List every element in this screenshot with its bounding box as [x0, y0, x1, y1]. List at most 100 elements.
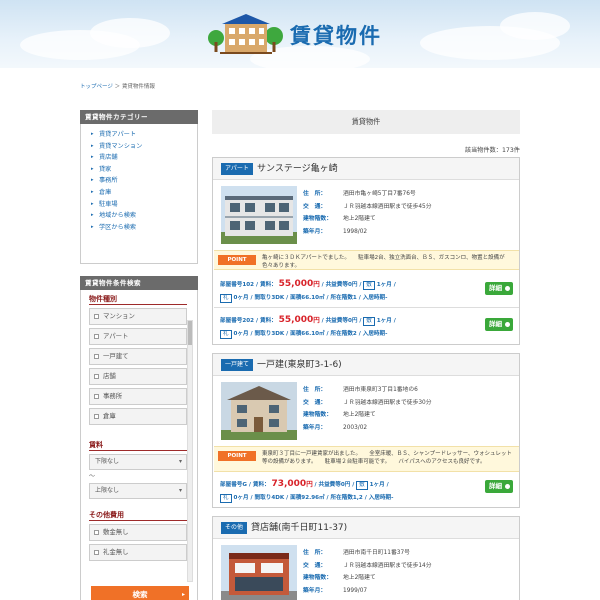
category-link-shop[interactable]: 賃店舗 [91, 152, 193, 164]
rent-price: 55,000 [278, 279, 314, 289]
property-photo[interactable] [221, 382, 297, 440]
type-checkbox-shop[interactable]: 店舗 [89, 368, 187, 385]
rent-min-select[interactable]: 下限なし [89, 454, 187, 470]
type-checkbox-apartment[interactable]: アパート [89, 328, 187, 345]
room-details: 0ヶ月 / 間取り3DK / 面積66.10㎡ / 所在階数2 / 入居時期- [233, 331, 388, 337]
address-value: 酒田市亀ヶ崎5丁目7番76号 [343, 191, 416, 197]
type-checkbox-house[interactable]: 一戸建て [89, 348, 187, 365]
room-line-2: 礼 0ヶ月 / 間取り3DK / 面積66.10㎡ / 所在階数2 / 入居時期- [220, 329, 387, 339]
room-number-rent-label: 部屋番号202 / 賃料： [220, 318, 277, 324]
room-number-rent-label: 部屋番号G / 賃料： [220, 482, 270, 488]
room-line-1: 部屋番号G / 賃料： 73,000円 / 共益費等0円 / 敷 1ヶ月 / [220, 478, 389, 490]
property-info: 住 所： 酒田市南千日町11番37号 交 通： ＪＲ羽越本線酒田駅まで徒歩14分 建… [303, 547, 513, 597]
category-link-warehouse[interactable]: 倉庫 [91, 187, 193, 199]
room-number-rent-label: 部屋番号102 / 賃料： [220, 282, 277, 288]
breadcrumb-separator: ＞ [112, 84, 122, 90]
category-link-office[interactable]: 事務所 [91, 175, 193, 187]
rent-price: 73,000 [271, 479, 307, 489]
property-photo[interactable] [221, 545, 297, 600]
point-text: 東泉町３丁目に一戸建賃家が出ました。 全室床暖、ＢＳ、シャンプードレッサー、ウォ… [262, 451, 512, 465]
site-header: 賃貸物件 [0, 0, 600, 68]
deposit-value: 1ヶ月 / [376, 318, 396, 324]
structure-value: 地上2階建て [343, 575, 376, 581]
room-line-2: 礼 0ヶ月 / 間取り4DK / 面積92.96㎡ / 所在階数1,2 / 入居時… [220, 493, 393, 503]
property-name[interactable]: サンステージ亀ヶ崎 [257, 161, 338, 174]
room-row: 部屋番号G / 賃料： 73,000円 / 共益費等0円 / 敷 1ヶ月 / 礼0… [214, 474, 519, 507]
common-fee: / 共益費等0円 / [314, 482, 355, 488]
traffic-label: 交 通： [303, 562, 327, 569]
type-checkbox-office[interactable]: 事務所 [89, 388, 187, 405]
category-heading: 賃貸物件カテゴリー [80, 110, 198, 124]
property-header[interactable]: その他 貸店舗(南千日町11-37) [213, 517, 519, 539]
structure-label: 建物階数： [303, 412, 332, 418]
address-label: 住 所： [303, 550, 327, 556]
rent-unit: 円 [306, 480, 313, 488]
checkbox-label: 倉庫 [103, 412, 116, 420]
built-value: 2003/02 [343, 424, 368, 431]
detail-button[interactable]: 詳細 [485, 480, 513, 493]
property-name[interactable]: 貸店舗(南千日町11-37) [251, 520, 347, 533]
deposit-value: 1ヶ月 / [376, 282, 396, 288]
category-link-parking[interactable]: 駐車場 [91, 199, 193, 211]
scrollbar-thumb[interactable] [188, 321, 192, 345]
key-money-tag: 礼 [220, 494, 232, 503]
property-name[interactable]: 一戸建(東泉町3-1-6) [257, 357, 342, 370]
key-money-tag: 礼 [220, 294, 232, 303]
type-checkbox-warehouse[interactable]: 倉庫 [89, 408, 187, 425]
built-label: 築年月： [303, 587, 327, 594]
checkbox-no-key-money[interactable]: 礼金無し [89, 544, 187, 561]
key-money-tag: 礼 [220, 330, 232, 339]
detail-button[interactable]: 詳細 [485, 282, 513, 295]
house-logo-icon [208, 14, 283, 54]
category-link-apartment[interactable]: 賃貸アパート [91, 129, 193, 141]
checkbox-label: アパート [103, 332, 129, 340]
search-form-scrollbar[interactable] [187, 320, 193, 582]
structure-label: 建物階数： [303, 216, 332, 222]
property-card: 一戸建て 一戸建(東泉町3-1-6) 住 所： 酒田市東泉町3丁目1番地の6 交 … [212, 353, 520, 508]
room-details: 0ヶ月 / 間取り4DK / 面積92.96㎡ / 所在階数1,2 / 入居時期… [233, 495, 394, 501]
rent-label: 賃料 [89, 440, 187, 451]
built-value: 1998/02 [343, 228, 368, 235]
address-label: 住 所： [303, 191, 327, 197]
category-link-house[interactable]: 貸家 [91, 164, 193, 176]
checkbox-label: 事務所 [103, 392, 123, 400]
category-link-school-search[interactable]: 学区から検索 [91, 222, 193, 234]
detail-button[interactable]: 詳細 [485, 318, 513, 331]
rent-unit: 円 [313, 316, 320, 324]
main-content: 賃貸物件 該当物件数：173件 アパート サンステージ亀ヶ崎 住 所： 酒田市亀… [212, 110, 520, 600]
address-label: 住 所： [303, 387, 327, 393]
breadcrumb-home-link[interactable]: トップページ [80, 84, 113, 90]
address-value: 酒田市南千日町11番37号 [343, 550, 410, 556]
category-link-mansion[interactable]: 賃貸マンション [91, 141, 193, 153]
traffic-value: ＪＲ羽越本線酒田駅まで徒歩45分 [343, 203, 432, 210]
property-info: 住 所： 酒田市亀ヶ崎5丁目7番76号 交 通： ＪＲ羽越本線酒田駅まで徒歩45分 … [303, 188, 513, 238]
checkbox-label: 一戸建て [103, 352, 129, 360]
type-checkbox-mansion[interactable]: マンション [89, 308, 187, 325]
traffic-label: 交 通： [303, 203, 327, 210]
property-header[interactable]: 一戸建て 一戸建(東泉町3-1-6) [213, 354, 519, 376]
property-card: アパート サンステージ亀ヶ崎 住 所： 酒田市亀ヶ崎5丁目7番76号 交 通： … [212, 157, 520, 345]
rent-max-select[interactable]: 上限なし [89, 483, 187, 499]
checkbox-label: 店舗 [103, 372, 116, 380]
site-title: 賃貸物件 [290, 24, 382, 48]
deposit-tag: 敷 [363, 281, 375, 290]
room-line-2: 礼 0ヶ月 / 間取り3DK / 面積66.10㎡ / 所在階数1 / 入居時期- [220, 293, 387, 303]
built-label: 築年月： [303, 424, 327, 431]
property-header[interactable]: アパート サンステージ亀ヶ崎 [213, 158, 519, 180]
breadcrumb-current: 賃貸物件情報 [121, 84, 155, 90]
search-button[interactable]: 検索 [91, 586, 189, 600]
checkbox-no-deposit[interactable]: 敷金無し [89, 524, 187, 541]
sidebar: 賃貸物件カテゴリー 賃貸アパート 賃貸マンション 賃店舗 貸家 事務所 倉庫 駐… [80, 110, 198, 600]
common-fee: / 共益費等0円 / [321, 282, 362, 288]
shop-photo-image [221, 545, 297, 600]
rent-range-separator: 〜 [89, 473, 96, 480]
property-photo[interactable] [221, 186, 297, 244]
category-link-area-search[interactable]: 地域から検索 [91, 210, 193, 222]
room-details: 0ヶ月 / 間取り3DK / 面積66.10㎡ / 所在階数1 / 入居時期- [233, 295, 388, 301]
built-label: 築年月： [303, 228, 327, 235]
property-info: 住 所： 酒田市東泉町3丁目1番地の6 交 通： ＪＲ羽越本線酒田駅まで徒歩30分 … [303, 384, 513, 434]
category-list: 賃貸アパート 賃貸マンション 賃店舗 貸家 事務所 倉庫 駐車場 地域から検索 … [80, 124, 198, 264]
property-card: その他 貸店舗(南千日町11-37) 住 所： 酒田市南千日町11番37号 交 通… [212, 516, 520, 600]
site-logo[interactable]: 賃貸物件 [208, 10, 408, 58]
page-title: 賃貸物件 [212, 110, 520, 134]
